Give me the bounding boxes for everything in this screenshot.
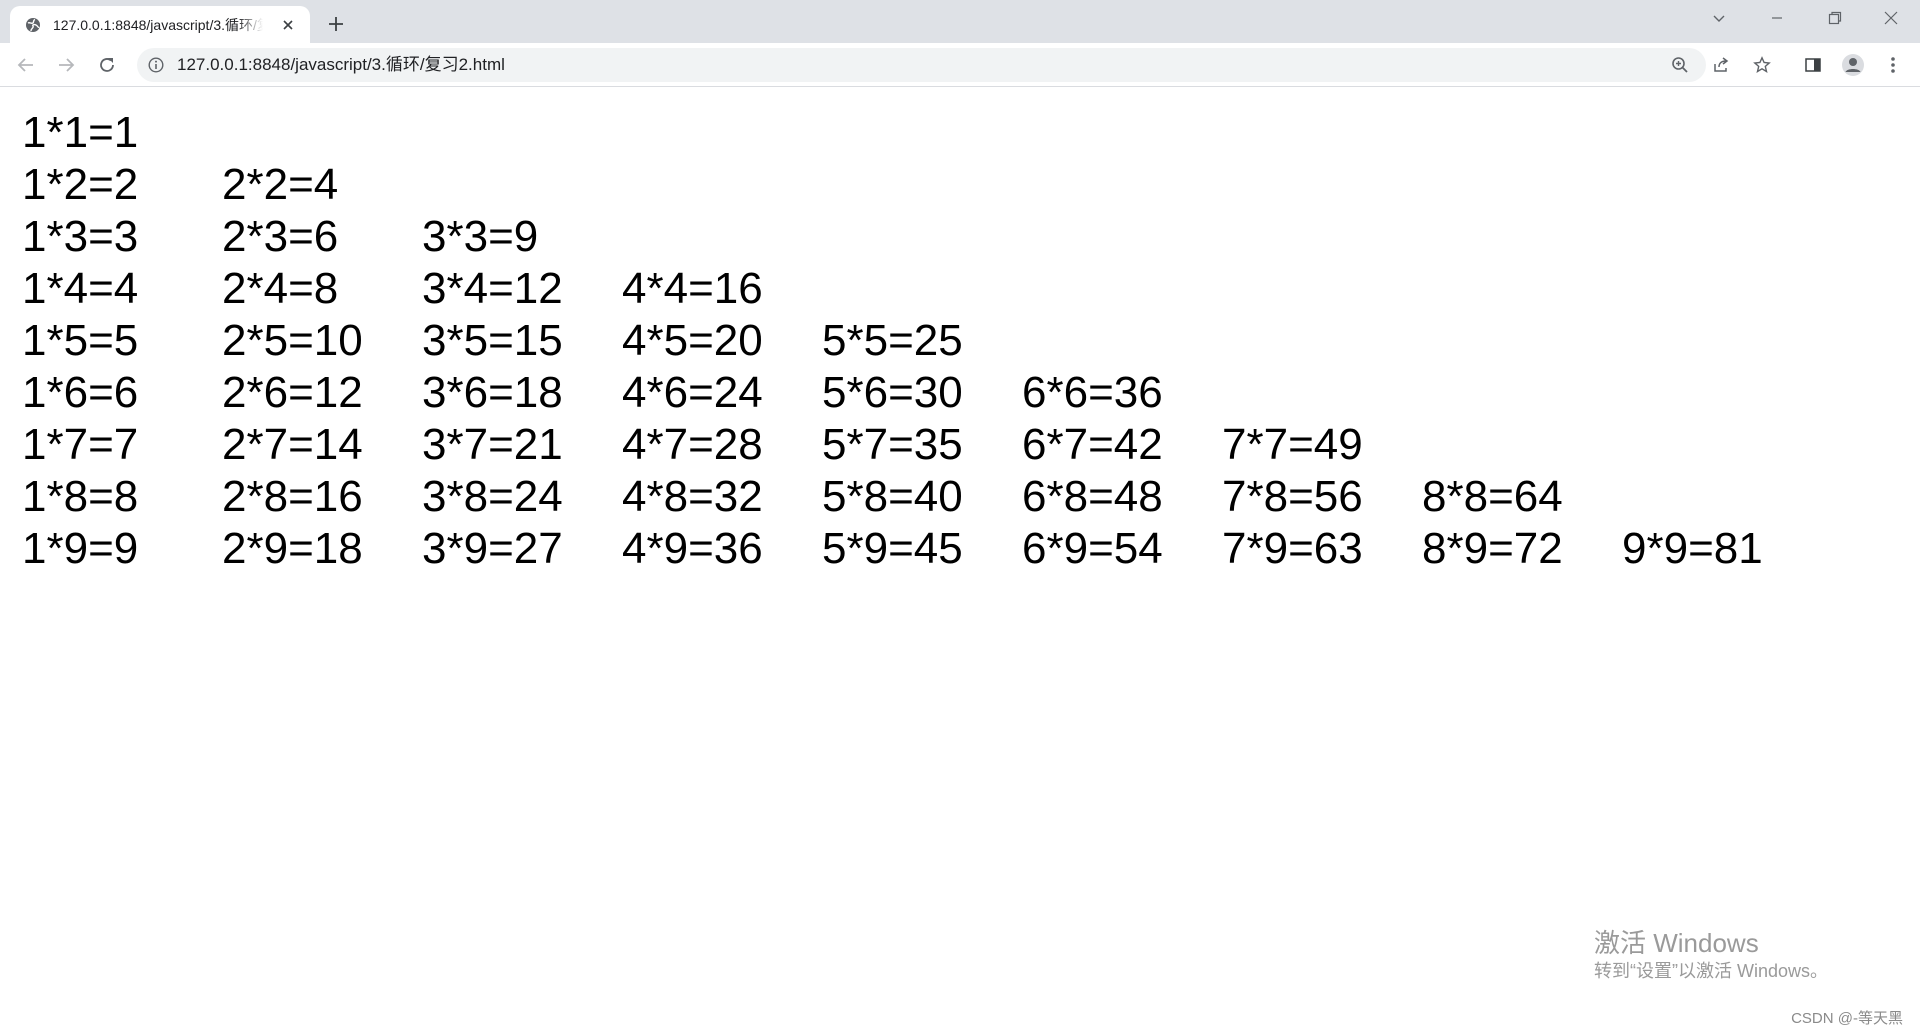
table-cell: 1*1=1 [22, 108, 139, 157]
globe-icon [24, 16, 41, 33]
restore-icon[interactable] [1806, 0, 1864, 36]
table-cell: 2*7=14 [222, 420, 363, 469]
tab-title: 127.0.0.1:8848/javascript/3.循环/复习2.html [53, 16, 263, 33]
table-row: 1*7=7 2*7=14 3*7=21 4*7=28 5*7=35 6*7=42 7*7=4… [22, 419, 1822, 471]
table-row: 1*5=5 2*5=10 3*5=15 4*5=20 5*5=25 [22, 315, 1822, 367]
table-cell: 2*2=4 [222, 160, 339, 209]
table-cell: 5*8=40 [822, 472, 963, 521]
table-cell: 4*4=16 [622, 264, 763, 313]
multiplication-table: 1*1=1 1*2=2 2*2=4 1*3=3 2*3=6 3*3=9 1*4=4 2*4=8… [22, 107, 1822, 575]
table-cell: 2*8=16 [222, 472, 363, 521]
table-cell: 1*8=8 [22, 472, 139, 521]
table-cell: 8*8=64 [1422, 472, 1563, 521]
page-content: 1*1=1 1*2=2 2*2=4 1*3=3 2*3=6 3*3=9 1*4=4 2*4=8… [0, 87, 1920, 1030]
profile-avatar-icon[interactable] [1839, 51, 1867, 79]
table-cell: 3*3=9 [422, 212, 539, 261]
table-cell: 6*6=36 [1022, 368, 1163, 417]
tab-search-icon[interactable] [1690, 0, 1748, 36]
back-arrow-icon[interactable] [10, 49, 42, 81]
table-cell: 3*9=27 [422, 524, 563, 573]
bookmark-star-icon[interactable] [1750, 53, 1774, 77]
table-cell: 2*5=10 [222, 316, 363, 365]
table-cell: 7*7=49 [1222, 420, 1363, 469]
reload-icon[interactable] [91, 49, 123, 81]
table-row: 1*9=9 2*9=18 3*9=27 4*9=36 5*9=45 6*9=54 7*9=6… [22, 523, 1822, 575]
table-cell: 1*6=6 [22, 368, 139, 417]
table-cell: 2*6=12 [222, 368, 363, 417]
close-tab-icon[interactable] [278, 15, 298, 35]
zoom-icon[interactable] [1668, 53, 1692, 77]
table-cell: 6*8=48 [1022, 472, 1163, 521]
table-cell: 1*3=3 [22, 212, 139, 261]
table-cell: 4*6=24 [622, 368, 763, 417]
browser-tab[interactable]: 127.0.0.1:8848/javascript/3.循环/复习2.html [10, 6, 310, 43]
table-cell: 1*7=7 [22, 420, 139, 469]
table-cell: 8*9=72 [1422, 524, 1563, 573]
new-tab-icon[interactable] [322, 10, 350, 38]
table-cell: 2*3=6 [222, 212, 339, 261]
browser-toolbar: 127.0.0.1:8848/javascript/3.循环/复习2.html [0, 43, 1920, 87]
site-info-icon[interactable] [147, 56, 165, 74]
table-cell: 3*5=15 [422, 316, 563, 365]
table-row: 1*2=2 2*2=4 [22, 159, 1822, 211]
minimize-icon[interactable] [1748, 0, 1806, 36]
table-row: 1*8=8 2*8=16 3*8=24 4*8=32 5*8=40 6*8=48 7*8=5… [22, 471, 1822, 523]
table-cell: 3*4=12 [422, 264, 563, 313]
table-cell: 7*8=56 [1222, 472, 1363, 521]
table-cell: 4*8=32 [622, 472, 763, 521]
more-menu-icon[interactable] [1879, 51, 1907, 79]
table-cell: 2*4=8 [222, 264, 339, 313]
table-cell: 1*4=4 [22, 264, 139, 313]
table-cell: 3*6=18 [422, 368, 563, 417]
table-cell: 4*7=28 [622, 420, 763, 469]
table-cell: 1*2=2 [22, 160, 139, 209]
url-text[interactable]: 127.0.0.1:8848/javascript/3.循环/复习2.html [177, 48, 505, 82]
side-panel-icon[interactable] [1799, 51, 1827, 79]
table-cell: 6*7=42 [1022, 420, 1163, 469]
forward-arrow-icon[interactable] [50, 49, 82, 81]
windows-activation-watermark: 激活 Windows 转到“设置”以激活 Windows。 [1594, 927, 1828, 983]
table-cell: 6*9=54 [1022, 524, 1163, 573]
table-cell: 5*5=25 [822, 316, 963, 365]
address-bar[interactable]: 127.0.0.1:8848/javascript/3.循环/复习2.html [137, 48, 1771, 82]
table-cell: 1*5=5 [22, 316, 139, 365]
table-cell: 3*8=24 [422, 472, 563, 521]
table-row: 1*6=6 2*6=12 3*6=18 4*6=24 5*6=30 6*6=36 [22, 367, 1822, 419]
table-cell: 5*6=30 [822, 368, 963, 417]
table-cell: 4*5=20 [622, 316, 763, 365]
csdn-watermark: CSDN @-等天黑 [1791, 1010, 1903, 1027]
table-cell: 7*9=63 [1222, 524, 1363, 573]
table-cell: 5*9=45 [822, 524, 963, 573]
table-cell: 1*9=9 [22, 524, 139, 573]
table-cell: 4*9=36 [622, 524, 763, 573]
close-window-icon[interactable] [1862, 0, 1920, 36]
activation-title: 激活 Windows [1594, 928, 1759, 958]
table-cell: 3*7=21 [422, 420, 563, 469]
table-cell: 9*9=81 [1622, 524, 1763, 573]
activation-subtitle: 转到“设置”以激活 Windows。 [1594, 961, 1829, 981]
table-cell: 5*7=35 [822, 420, 963, 469]
table-row: 1*4=4 2*4=8 3*4=12 4*4=16 [22, 263, 1822, 315]
table-cell: 2*9=18 [222, 524, 363, 573]
table-row: 1*1=1 [22, 107, 1822, 159]
table-row: 1*3=3 2*3=6 3*3=9 [22, 211, 1822, 263]
tab-strip: 127.0.0.1:8848/javascript/3.循环/复习2.html [0, 0, 1920, 43]
share-icon[interactable] [1709, 53, 1733, 77]
